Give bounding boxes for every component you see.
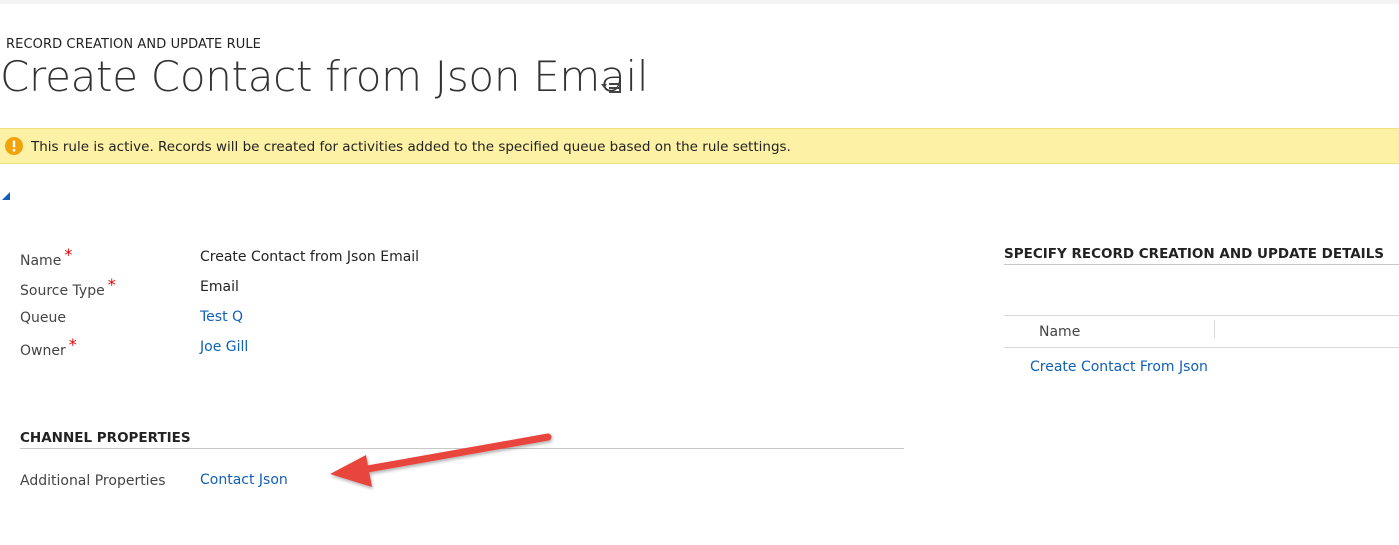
grid-row-link[interactable]: Create Contact From Json bbox=[1030, 359, 1208, 375]
details-grid-header: Name bbox=[1004, 315, 1399, 348]
grid-column-name[interactable]: Name bbox=[1039, 324, 1080, 340]
notification-bar: This rule is active. Records will be cre… bbox=[0, 128, 1399, 164]
additional-properties-link[interactable]: Contact Json bbox=[200, 472, 288, 488]
required-marker: * bbox=[107, 275, 116, 294]
queue-label: Queue bbox=[20, 310, 66, 326]
source-type-value[interactable]: Email bbox=[200, 279, 239, 295]
required-marker: * bbox=[64, 245, 73, 264]
section-collapse-icon[interactable] bbox=[2, 192, 10, 200]
channel-properties-header: CHANNEL PROPERTIES bbox=[20, 430, 904, 449]
entity-type-label: RECORD CREATION AND UPDATE RULE bbox=[6, 37, 261, 52]
record-details-header: SPECIFY RECORD CREATION AND UPDATE DETAI… bbox=[1004, 246, 1399, 265]
owner-label: Owner * bbox=[20, 335, 77, 359]
menu-list-icon[interactable] bbox=[600, 80, 622, 96]
owner-link[interactable]: Joe Gill bbox=[200, 339, 248, 355]
grid-column-divider[interactable] bbox=[1214, 320, 1215, 338]
warning-icon bbox=[5, 137, 23, 155]
required-marker: * bbox=[68, 335, 77, 354]
source-type-label: Source Type * bbox=[20, 275, 116, 299]
page-title: Create Contact from Json Email bbox=[0, 52, 649, 101]
name-label: Name * bbox=[20, 245, 73, 269]
queue-link[interactable]: Test Q bbox=[200, 309, 243, 325]
name-value[interactable]: Create Contact from Json Email bbox=[200, 249, 419, 265]
additional-properties-label: Additional Properties bbox=[20, 473, 166, 489]
top-border bbox=[0, 0, 1399, 4]
notification-text: This rule is active. Records will be cre… bbox=[31, 139, 791, 155]
